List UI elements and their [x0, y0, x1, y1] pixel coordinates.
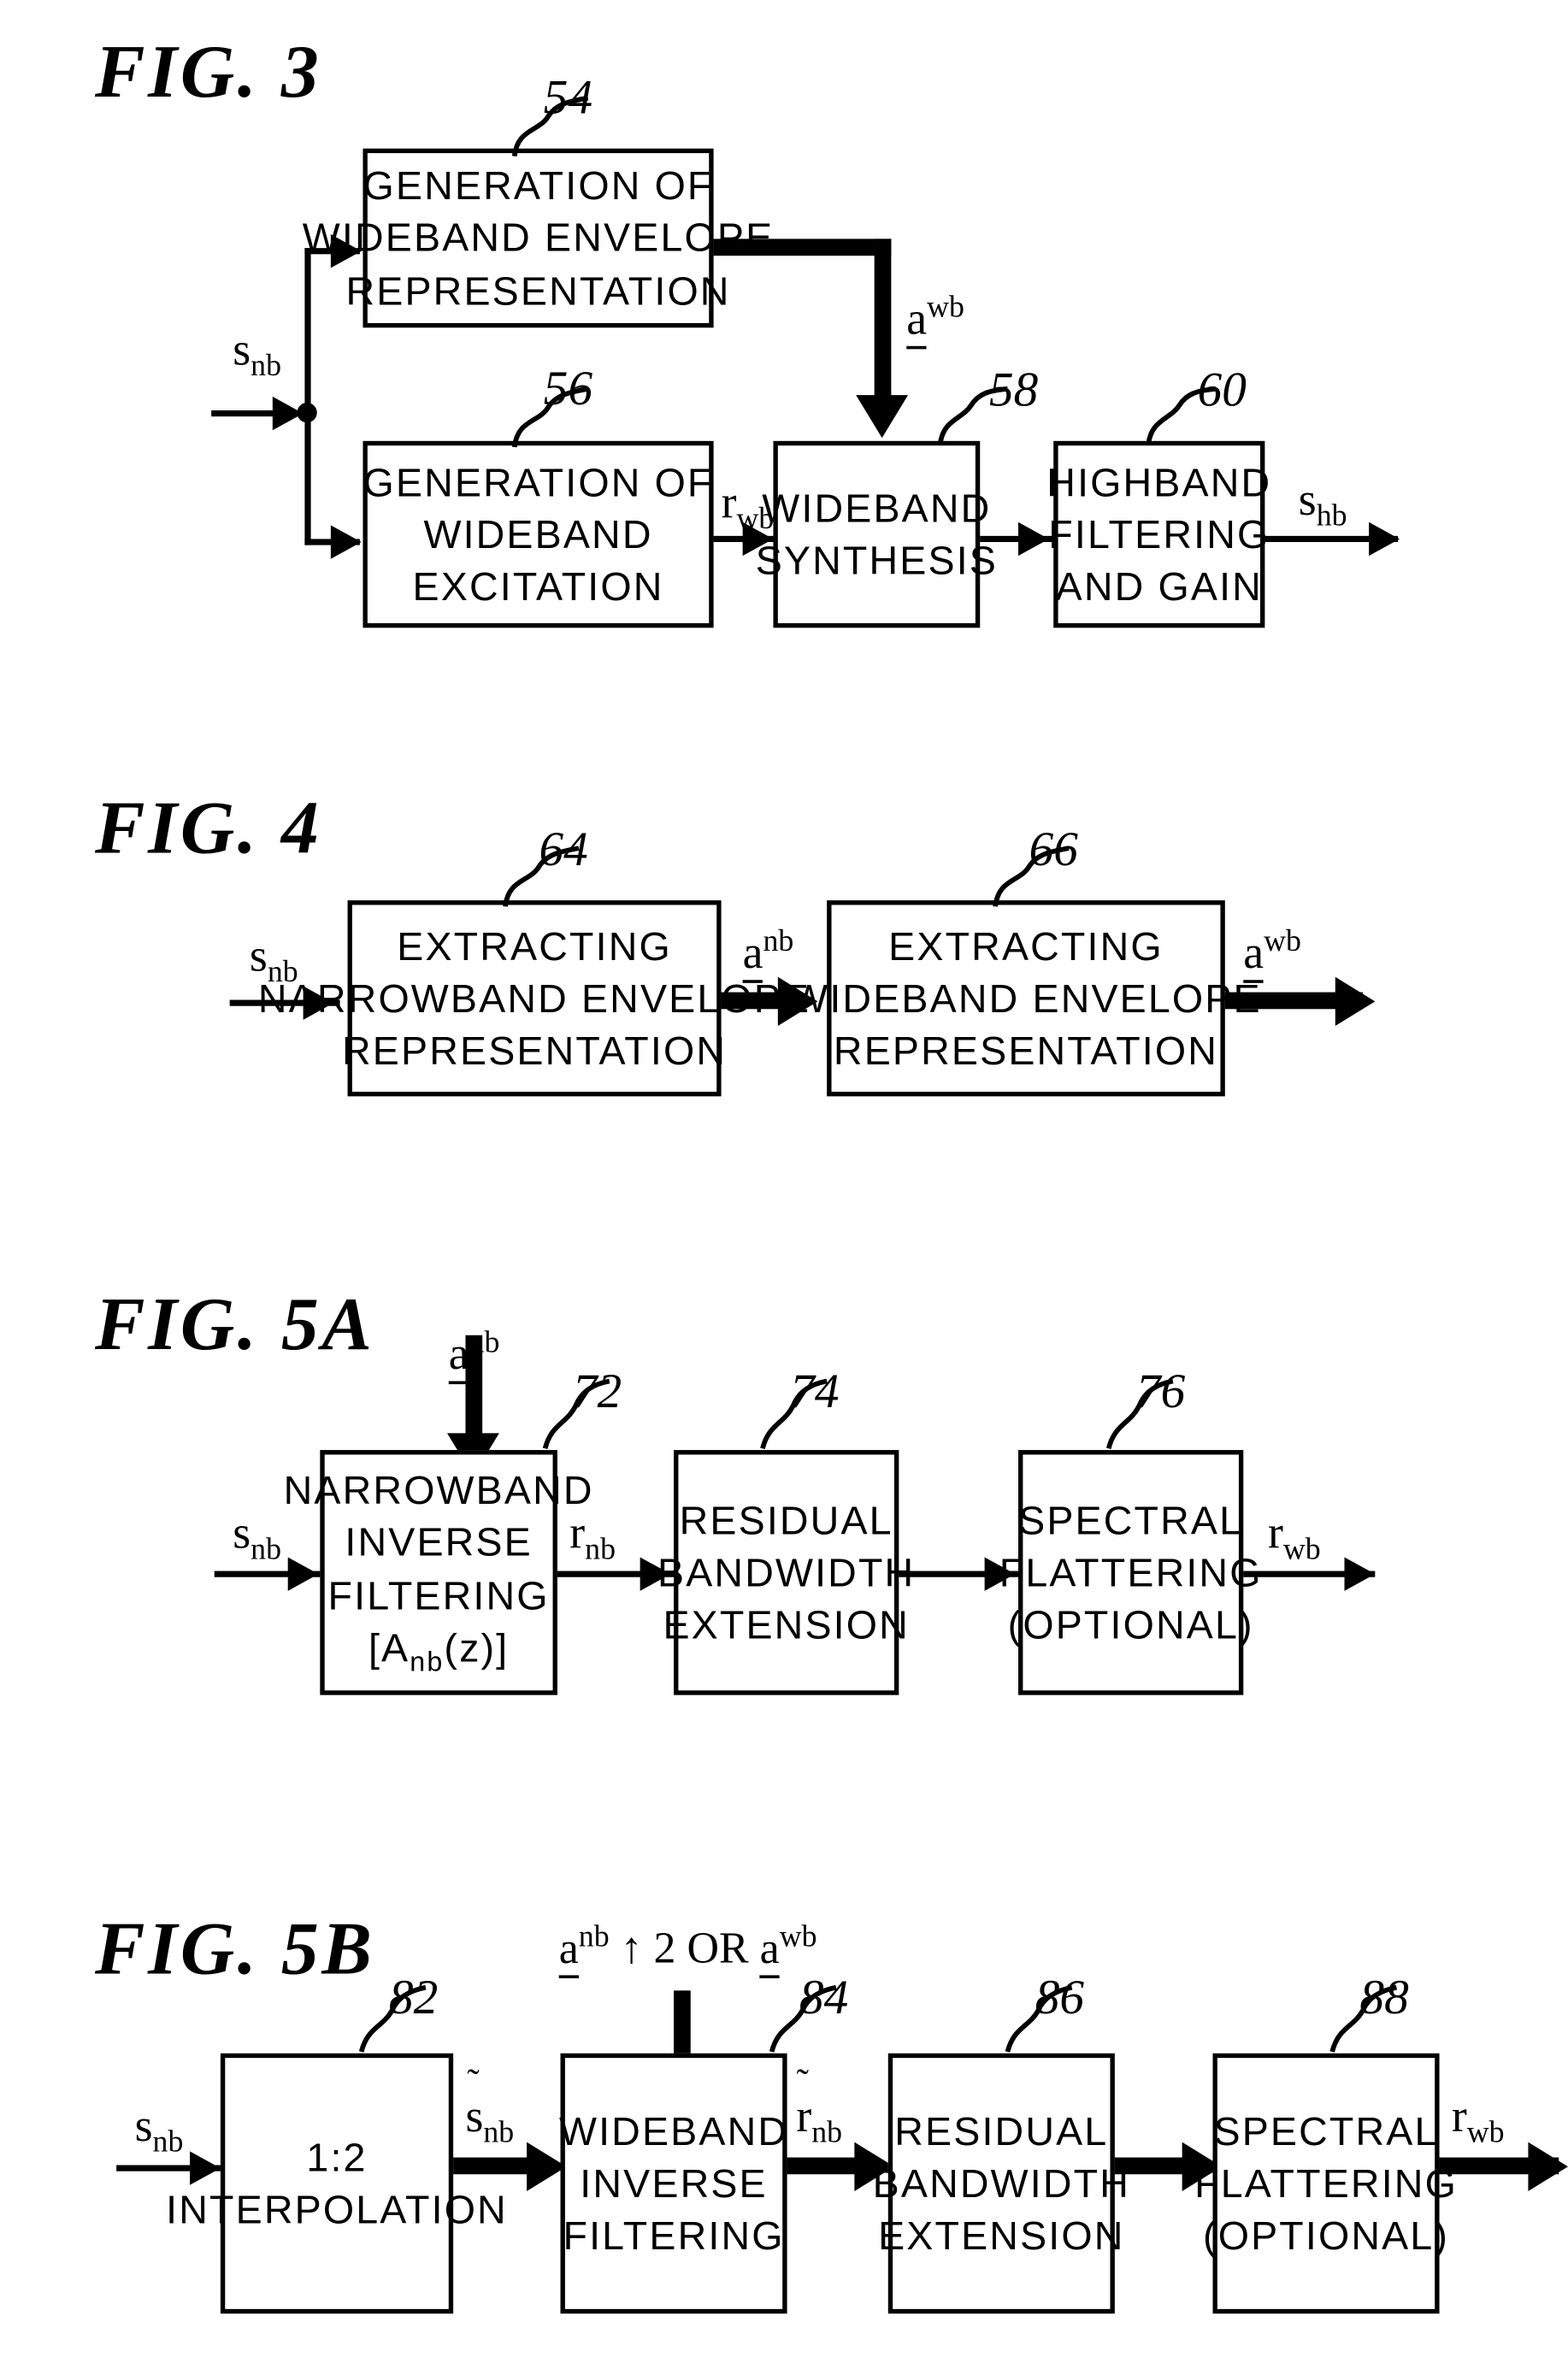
fig4-box-64-line-3: REPRESENTATION — [342, 1028, 728, 1074]
fig5b-top-input-signal-label: anb ↑ 2 OR awb — [558, 1920, 817, 1978]
fig3-box-56-line-2: WIDEBAND — [423, 510, 653, 557]
fig5b-box-84-line-2: INVERSE — [580, 2160, 768, 2207]
fig3-branch-down-line — [304, 410, 311, 545]
fig3-box-54-ref: 54 — [543, 68, 593, 125]
fig3-box-54-line-2: WIDEBAND ENVELOPE — [302, 215, 775, 262]
fig5a-top-input-signal-label: anb — [448, 1326, 499, 1385]
fig5b-output-arrowhead — [1528, 2142, 1568, 2191]
fig3-box-54-line-1: GENERATION OF — [363, 162, 714, 209]
fig3-box-58[interactable]: WIDEBAND SYNTHESIS — [756, 440, 996, 628]
fig5b-box-84-line-3: FILTERING — [563, 2213, 785, 2260]
fig4-box-64-line-2: NARROWBAND ENVELOPE — [257, 975, 811, 1022]
fig3-box-60-line-1: HIGHBAND — [1046, 458, 1272, 505]
fig5a-box-76[interactable]: SPECTRAL FLATTERING (OPTIONAL) — [999, 1450, 1260, 1695]
fig4-box-64[interactable]: EXTRACTING NARROWBAND ENVELOPE REPRESENT… — [258, 900, 809, 1097]
fig3-box-58-ref: 58 — [988, 361, 1039, 417]
fig5b-box-88-line-1: SPECTRAL — [1213, 2107, 1439, 2154]
fig5b-box-82-ref: 82 — [388, 1969, 439, 2024]
fig3-output-arrowhead — [1369, 522, 1400, 557]
fig5b-box-88-ref: 88 — [1359, 1969, 1409, 2024]
fig4-input-signal-label: snb — [249, 930, 298, 989]
fig5a-output-signal-label: rwb — [1267, 1508, 1321, 1567]
fig4-box-66-line-2: WIDEBAND ENVELOPE — [790, 975, 1262, 1022]
fig5a-box-76-line-1: SPECTRAL — [1018, 1496, 1244, 1543]
fig3-envelope-bold-v — [874, 239, 892, 408]
fig5a-box-72-line-3: FILTERING — [327, 1571, 550, 1618]
fig3-58-to-60-arrowhead — [1018, 522, 1049, 557]
fig5b-box-84-ref: 84 — [799, 1969, 849, 2024]
fig5a-box-72-line-2: INVERSE — [345, 1519, 533, 1566]
fig5a-rnb-signal-label: rnb — [569, 1508, 616, 1567]
figure-5a-title: FIG. 5A — [95, 1282, 375, 1366]
figure-5b-title: FIG. 5B — [95, 1906, 375, 1991]
fig3-box-58-line-2: SYNTHESIS — [755, 537, 999, 584]
fig5a-box-74-ref: 74 — [790, 1363, 840, 1418]
fig3-box-54-line-3: REPRESENTATION — [345, 267, 731, 314]
fig5a-box-76-line-3: (OPTIONAL) — [1007, 1601, 1254, 1648]
fig3-box-56-line-3: EXCITATION — [412, 563, 664, 610]
fig3-branch-up-line — [304, 248, 311, 417]
fig5b-input-arrowhead — [190, 2151, 221, 2185]
fig3-rwb-signal-label: rwb — [721, 477, 775, 536]
fig4-box-64-line-1: EXTRACTING — [397, 922, 672, 969]
fig5a-box-72[interactable]: NARROWBAND INVERSE FILTERING [Anb(z)] — [284, 1450, 592, 1695]
fig5b-box-82-line-2: INTERPOLATION — [166, 2186, 508, 2233]
fig4-box-64-ref: 64 — [539, 820, 588, 876]
fig5a-input-signal-label: snb — [233, 1508, 281, 1567]
fig3-box-56[interactable]: GENERATION OF WIDEBAND EXCITATION — [363, 440, 714, 628]
fig5a-box-72-ref: 72 — [572, 1363, 622, 1418]
fig5b-box-86-line-2: BANDWIDTH — [872, 2160, 1130, 2207]
fig5b-box-88-line-3: (OPTIONAL) — [1203, 2213, 1450, 2260]
fig5b-box-88-line-2: FLATTERING — [1194, 2160, 1458, 2207]
fig3-junction-dot — [297, 403, 317, 423]
fig3-box56-input-arrowhead — [330, 525, 362, 559]
figure-3-title: FIG. 3 — [95, 29, 322, 114]
fig5b-box-86-line-3: EXTENSION — [878, 2213, 1125, 2260]
figure-4-title: FIG. 4 — [95, 785, 322, 870]
fig5a-box-76-line-2: FLATTERING — [999, 1549, 1263, 1595]
fig5b-box-88[interactable]: SPECTRAL FLATTERING (OPTIONAL) — [1194, 2053, 1456, 2314]
fig4-anb-signal-label: anb — [742, 925, 793, 983]
fig5b-box-82-line-1: 1:2 — [306, 2134, 368, 2180]
fig5b-box-86-line-1: RESIDUAL — [894, 2107, 1109, 2154]
fig5b-box-86-ref: 86 — [1035, 1969, 1085, 2024]
fig5b-box-84-line-1: WIDEBAND — [558, 2107, 789, 2154]
fig3-box-58-line-1: WIDEBAND — [762, 485, 992, 531]
fig4-box-66-line-1: EXTRACTING — [888, 922, 1164, 969]
fig3-input-signal-label: snb — [233, 324, 281, 383]
fig5a-box-74[interactable]: RESIDUAL BANDWIDTH EXTENSION — [657, 1450, 913, 1695]
fig3-box-60-line-3: AND GAIN — [1055, 563, 1263, 610]
fig4-box-66-ref: 66 — [1029, 820, 1078, 876]
fig5b-input-signal-label: snb — [134, 2101, 184, 2160]
fig3-box-56-ref: 56 — [543, 359, 593, 415]
fig4-box-66-line-3: REPRESENTATION — [833, 1028, 1219, 1074]
fig3-box-60-line-2: FILTERING — [1048, 510, 1270, 557]
fig5a-input-arrowhead — [287, 1557, 319, 1591]
fig5a-box-74-line-3: EXTENSION — [663, 1601, 910, 1648]
fig5b-snb-tilde-signal-label: s ˜ nb — [465, 2064, 515, 2150]
fig3-box-54[interactable]: GENERATION OF WIDEBAND ENVELOPE REPRESEN… — [303, 148, 772, 328]
fig5b-rnb-tilde-signal-label: r ˜ nb — [796, 2064, 843, 2150]
fig5a-output-arrowhead — [1344, 1557, 1376, 1591]
fig3-envelope-arrowhead — [856, 395, 909, 439]
fig5b-box-86[interactable]: RESIDUAL BANDWIDTH EXTENSION — [873, 2053, 1129, 2314]
fig3-box-56-line-1: GENERATION OF — [363, 458, 714, 505]
fig5b-box-84[interactable]: WIDEBAND INVERSE FILTERING — [558, 2053, 789, 2314]
fig4-output-signal-label: awb — [1243, 925, 1301, 983]
fig5a-box-74-line-1: RESIDUAL — [679, 1496, 893, 1543]
fig4-box-66[interactable]: EXTRACTING WIDEBAND ENVELOPE REPRESENTAT… — [790, 900, 1260, 1097]
fig4-output-arrowhead — [1335, 976, 1376, 1026]
fig5b-box-82[interactable]: 1:2 INTERPOLATION — [166, 2053, 506, 2314]
fig5a-box-74-line-2: BANDWIDTH — [657, 1549, 916, 1595]
fig5b-output-signal-label: rwb — [1451, 2091, 1505, 2150]
fig5a-box-72-line-1: NARROWBAND — [283, 1466, 594, 1513]
fig3-box-60-ref: 60 — [1197, 361, 1247, 417]
fig3-box-60[interactable]: HIGHBAND FILTERING AND GAIN — [1046, 440, 1270, 628]
fig3-envelope-signal-label: awb — [906, 291, 964, 350]
fig5a-box-72-line-4: [Anb(z)] — [368, 1624, 510, 1677]
fig3-output-signal-label: shb — [1298, 474, 1347, 533]
fig5a-box-76-ref: 76 — [1135, 1363, 1186, 1418]
